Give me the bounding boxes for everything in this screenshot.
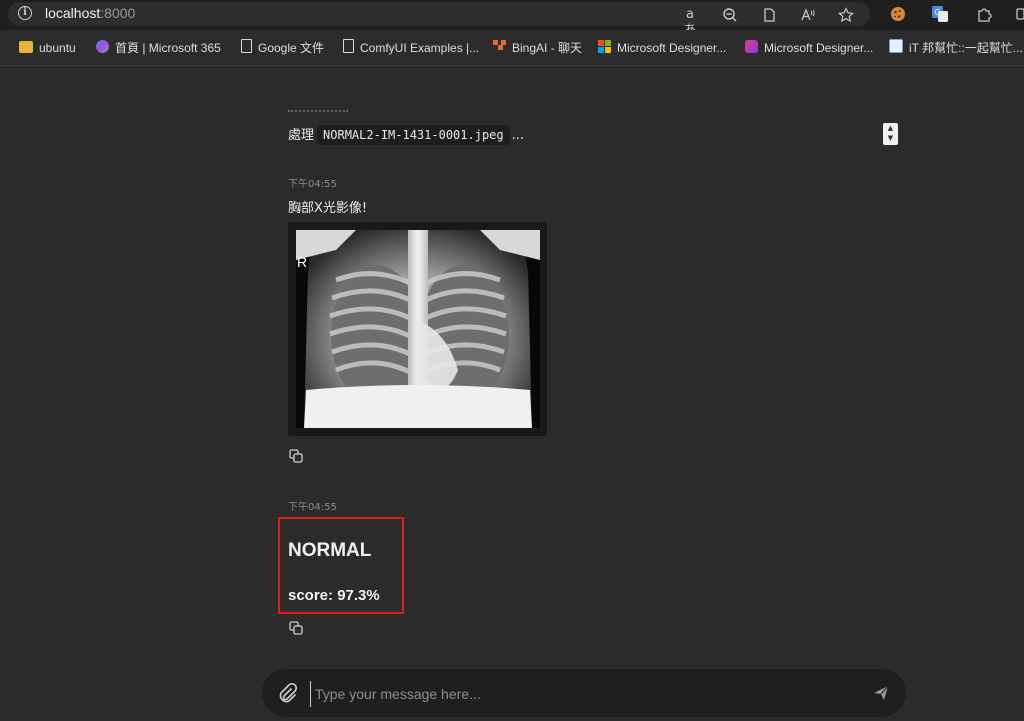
message-timestamp: 下午04:55 [288,502,337,513]
processing-status: 處理 NORMAL2-IM-1431-0001.jpeg... [288,124,524,145]
chat-area: 處理 NORMAL2-IM-1431-0001.jpeg... ▲ ▼ 下午04:5… [0,66,1024,721]
bookmark-microsoft-designer-2[interactable]: Microsoft Designer... [745,39,873,57]
site-info-icon[interactable]: i [18,6,32,20]
address-bar[interactable]: i localhost:8000 aあ [8,2,870,38]
google-translate-extension-icon[interactable]: G [932,6,948,22]
reading-view-icon[interactable] [761,7,777,23]
read-aloud-icon[interactable] [800,7,816,23]
bookmark-ubuntu[interactable]: ubuntu [19,39,76,57]
copy-icon[interactable] [289,448,303,463]
send-icon[interactable] [872,684,890,702]
url-text[interactable]: localhost:8000 [45,5,135,21]
page-icon [241,39,252,53]
scroll-stepper[interactable]: ▲ ▼ [883,123,898,145]
prediction-score: score: 97.3% [288,587,380,604]
bookmark-ithelp[interactable]: iT 邦幫忙::一起幫忙... [889,39,1023,57]
browser-toolbar: i localhost:8000 aあ G [0,0,1024,38]
message-text: 胸部X光影像! [288,201,368,216]
processing-filename: NORMAL2-IM-1431-0001.jpeg [317,125,510,145]
page-icon [343,39,354,53]
favorite-star-icon[interactable] [838,7,854,23]
ithelp-icon [889,39,903,53]
copy-icon[interactable] [289,620,303,635]
message-timestamp: 下午04:55 [288,179,337,190]
xray-side-marker: R [297,254,308,270]
folder-icon [19,41,33,53]
cookie-extension-icon[interactable] [890,6,906,22]
bookmark-bingai-chat[interactable]: BingAI - 聊天 [493,39,582,57]
profile-icon[interactable] [1016,6,1024,22]
microsoft365-icon [96,40,109,53]
svg-text:G: G [934,8,940,17]
paperclip-icon[interactable] [276,682,298,704]
microsoft-icon [598,40,611,53]
translate-icon[interactable]: aあ [682,7,698,38]
zoom-out-icon[interactable] [722,7,738,23]
chest-xray-image: R [296,230,540,428]
bookmark-microsoft-designer-1[interactable]: Microsoft Designer... [598,39,726,57]
bookmarks-bar: ubuntu 首頁 | Microsoft 365 Google 文件 Comf… [0,30,1024,66]
truncated-timestamp [288,110,348,114]
bookmark-comfyui-examples[interactable]: ComfyUI Examples |... [343,39,479,57]
prediction-label: NORMAL [288,540,372,561]
designer-icon [745,40,758,53]
message-input[interactable] [310,681,857,707]
bookmark-google-docs[interactable]: Google 文件 [241,39,324,57]
extensions-puzzle-icon[interactable] [976,6,992,22]
xray-image-frame: R [288,222,547,436]
bookmark-microsoft-365[interactable]: 首頁 | Microsoft 365 [96,39,221,57]
message-composer [262,669,906,717]
bingai-icon [493,40,506,53]
